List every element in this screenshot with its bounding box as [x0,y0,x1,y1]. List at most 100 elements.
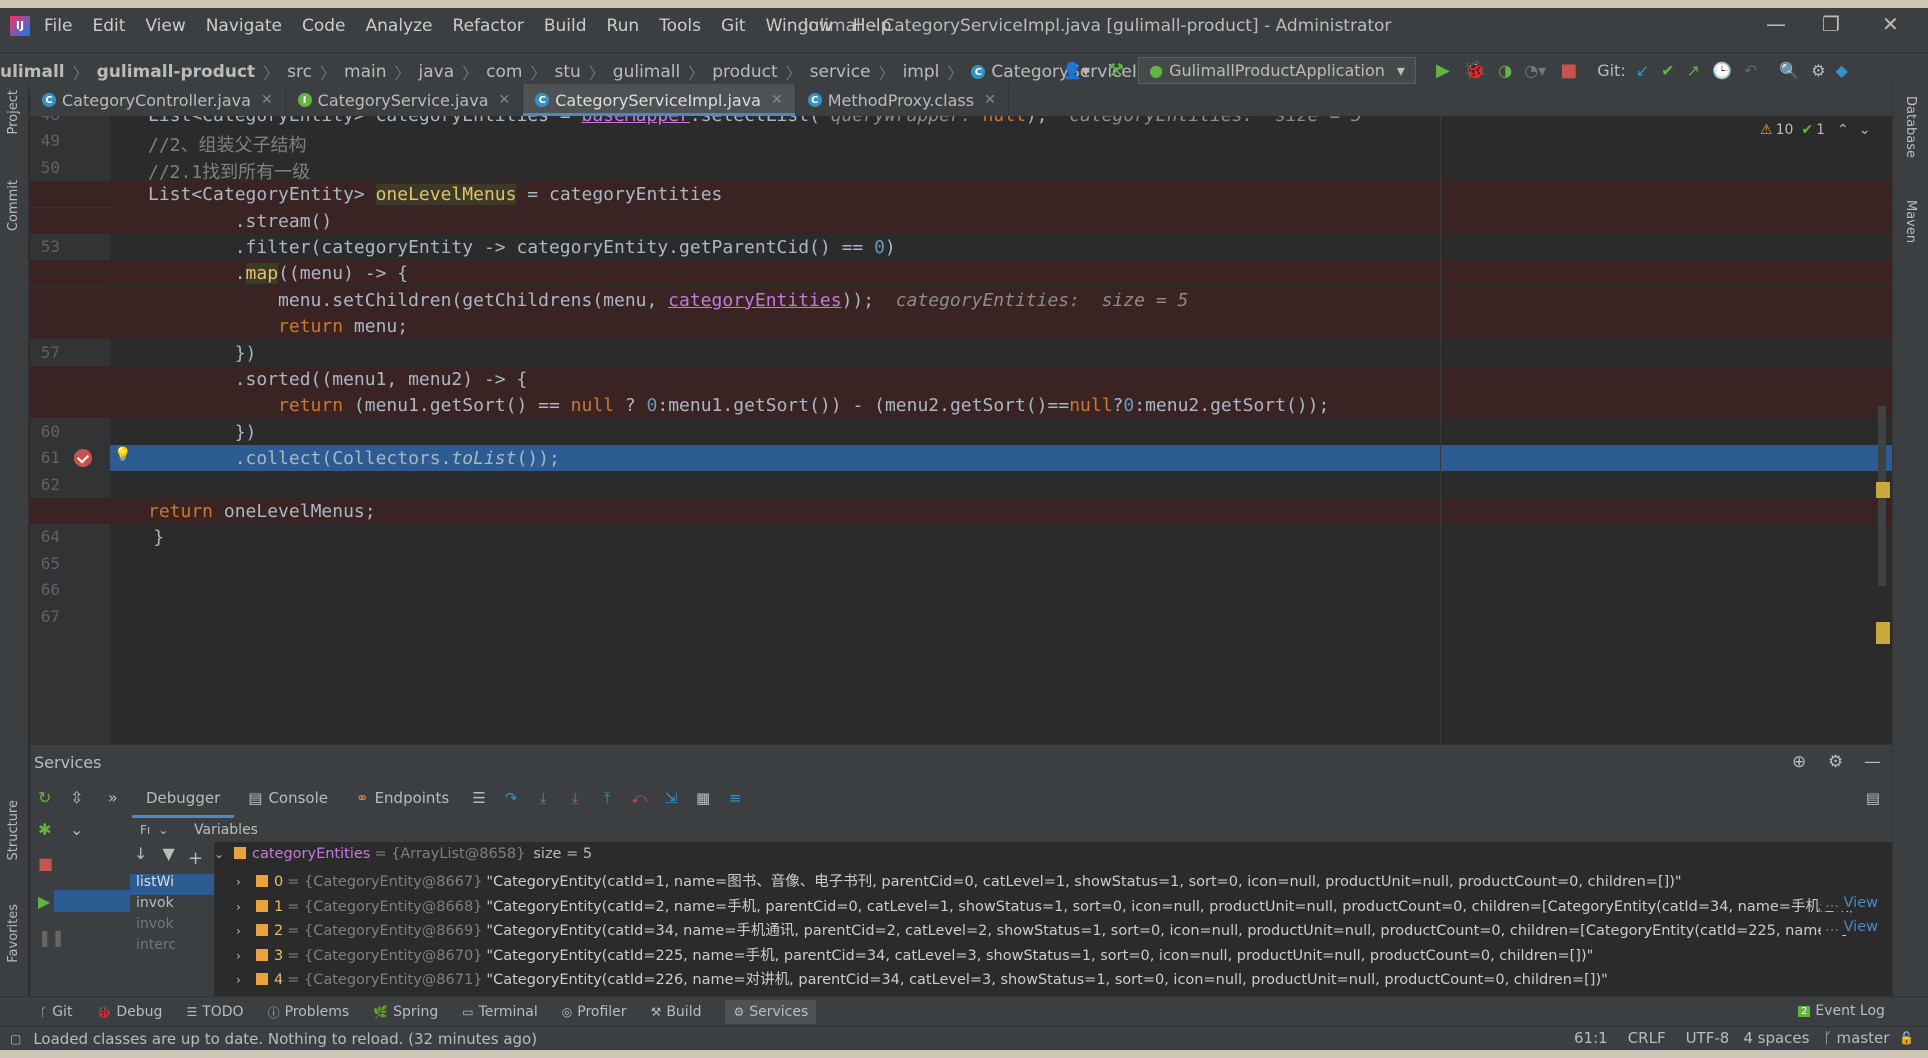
tool-window-debug[interactable]: 🐞 Debug [96,1004,162,1020]
coverage-icon[interactable]: ◑ [1498,61,1512,80]
tool-window-terminal[interactable]: ▭ Terminal [462,1004,538,1020]
hammer-build-icon[interactable]: ⚒ [1108,60,1124,81]
trace-icon[interactable]: ≡ [727,789,743,807]
crosshair-icon[interactable]: ⊕ [1792,752,1806,772]
variable-row[interactable]: › 3 = {CategoryEntity@8670} "CategoryEntity… [214,944,1892,965]
expand-icon[interactable]: ⌄ [70,820,83,839]
collapse-arrow-icon[interactable]: ⌄ [214,847,228,861]
chevron-up-icon[interactable]: ⌃ [1837,122,1849,138]
force-step-into-icon[interactable]: ⤓ [567,789,583,807]
breadcrumb-item[interactable]: src [287,62,312,82]
breadcrumb-item[interactable]: com [486,62,522,82]
breakpoint-icon[interactable] [74,449,92,468]
run-icon[interactable]: ▶ [1436,60,1450,81]
breadcrumb-item[interactable]: gulimall [613,62,680,82]
jetbrains-icon[interactable]: ◆ [1836,61,1848,80]
event-log-button[interactable]: 2 Event Log [1798,1003,1885,1019]
stack-frame[interactable]: invok [130,916,214,937]
view-link[interactable]: ... View [1821,894,1878,911]
expand-arrow-icon[interactable]: › [236,973,250,987]
variable-row[interactable]: ⌄ categoryEntities = {ArrayList@8658} size … [214,846,1892,867]
breadcrumb-item[interactable]: gulimall-product [97,62,256,82]
breadcrumb-item[interactable]: stu [554,62,580,82]
rerun-icon[interactable]: ↻ [38,788,51,807]
menu-build[interactable]: Build [544,16,587,36]
menu-run[interactable]: Run [607,16,640,36]
code-line[interactable]: } [30,524,1892,550]
restore-button[interactable]: ❐ [1822,12,1840,36]
gear-icon[interactable]: ⚙ [1811,61,1825,80]
tool-window-todo[interactable]: ☰ TODO [186,1004,243,1020]
tool-window-git[interactable]: ᚴ Git [40,1004,72,1020]
down-arrow-icon[interactable]: ↓ [134,844,147,863]
file-encoding[interactable]: UTF-8 [1686,1029,1730,1047]
menu-refactor[interactable]: Refactor [453,16,524,36]
debugger-tab-debugger[interactable]: Debugger [132,778,234,818]
close-tab-icon[interactable]: ✕ [771,92,783,108]
breadcrumb-item[interactable]: java [419,62,455,82]
debug-icon[interactable]: 🐞 [1464,60,1486,81]
tool-window-spring[interactable]: 🌿 Spring [373,1004,438,1020]
history-icon[interactable]: 🕒 [1712,61,1732,80]
breadcrumb-item[interactable]: main [344,62,386,82]
step-over-icon[interactable]: ↷ [503,789,519,807]
profile-icon[interactable]: ◔▾ [1524,61,1546,80]
favorites-tool-button[interactable]: Favorites [6,904,21,963]
stack-frame[interactable]: listWi [130,874,214,895]
code-editor[interactable]: 4849505152535455565758596061626364656667… [30,116,1892,744]
add-watch-icon[interactable]: + [188,848,203,869]
run-config-select[interactable]: ● GulimallProductApplication ▾ [1138,57,1416,84]
breadcrumb-item[interactable]: product [712,62,777,82]
variable-row[interactable]: › 4 = {CategoryEntity@8671} "CategoryEntity… [214,968,1892,989]
lightbulb-icon[interactable]: 💡 [114,447,131,463]
git-branch[interactable]: master [1836,1029,1889,1047]
close-tab-icon[interactable]: ✕ [499,92,511,108]
editor-tab[interactable]: I CategoryService.java ✕ [286,84,524,116]
editor-tab[interactable]: C CategoryController.java ✕ [30,84,286,116]
code-line[interactable]: //2、组装父子结构 [30,128,1892,156]
breadcrumb-item[interactable]: service [810,62,871,82]
maven-tool-button[interactable]: Maven [1903,200,1918,243]
hide-icon[interactable]: — [1864,752,1881,772]
menu-navigate[interactable]: Navigate [206,16,282,36]
lock-icon[interactable]: 🔓 [1899,1031,1914,1045]
tool-window-build[interactable]: ⚒ Build [651,1004,702,1020]
code-line[interactable]: .sorted((menu1, menu2) -> { [30,366,1892,392]
stop-icon[interactable]: ■ [1560,60,1577,81]
code-line[interactable]: .filter(categoryEntity -> categoryEntity… [30,234,1892,260]
close-window-button[interactable]: ✕ [1882,12,1899,36]
variable-row[interactable]: › 1 = {CategoryEntity@8668} "CategoryEntity… [214,894,1892,916]
debugger-tab-endpoints[interactable]: ⚭ Endpoints [342,778,463,818]
code-line[interactable]: .collect(Collectors.toList()); [110,445,1892,472]
step-into-icon[interactable]: ⤓ [535,789,551,807]
gear-icon[interactable]: ⚙ [1828,752,1843,772]
code-line[interactable]: }) [30,419,1892,445]
more-icon[interactable]: » [108,788,118,807]
git-commit-icon[interactable]: ✔ [1661,61,1674,80]
line-separator[interactable]: CRLF [1628,1029,1666,1047]
stop-icon[interactable]: ■ [38,854,53,873]
menu-code[interactable]: Code [302,16,346,36]
pause-icon[interactable]: ❚❚ [38,928,65,947]
code-line[interactable] [30,577,1892,603]
resume-icon[interactable]: ▶ [38,892,50,911]
line-number[interactable]: 61 [30,448,60,467]
variable-row[interactable]: › 2 = {CategoryEntity@8669} "CategoryEntity… [214,919,1892,940]
code-line[interactable] [30,472,1892,498]
code-line[interactable]: menu.setChildren(getChildrens(menu, cate… [30,286,1892,313]
git-update-icon[interactable]: ↙ [1636,61,1649,80]
expand-arrow-icon[interactable]: › [236,875,250,889]
error-stripe-mark[interactable] [1876,622,1890,644]
breadcrumb-item[interactable]: impl [903,62,940,82]
view-link[interactable]: ... View [1821,919,1878,936]
menu-git[interactable]: Git [721,16,746,36]
tool-window-services[interactable]: ⚙ Services [725,1000,817,1024]
commit-tool-button[interactable]: Commit [6,180,21,231]
user-icon[interactable]: 👤▾ [1062,61,1090,80]
minimize-button[interactable]: — [1766,12,1786,36]
code-line[interactable]: .map((menu) -> { [30,260,1892,287]
selected-service[interactable] [54,890,130,912]
tool-window-problems[interactable]: ⓘ Problems [268,1004,350,1021]
close-tab-icon[interactable]: ✕ [984,92,996,108]
tool-window-profiler[interactable]: ◎ Profiler [562,1004,627,1020]
